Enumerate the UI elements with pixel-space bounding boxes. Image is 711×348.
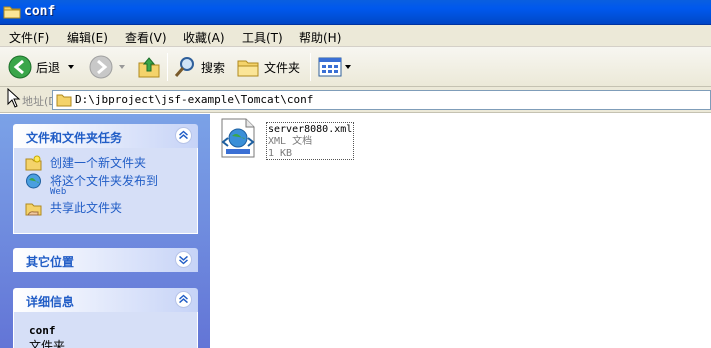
views-button[interactable]: [318, 53, 351, 81]
menu-help[interactable]: 帮助(H): [299, 29, 341, 46]
other-places-title: 其它位置: [26, 255, 75, 269]
address-bar: 地址(D) D:\jbproject\jsf-example\Tomcat\co…: [0, 87, 711, 113]
menu-favorites[interactable]: 收藏(A): [183, 29, 225, 46]
file-tasks-header[interactable]: 文件和文件夹任务: [13, 124, 198, 148]
task-publish-web-sublabel[interactable]: Web: [14, 187, 197, 199]
task-share-folder-label: 共享此文件夹: [50, 201, 123, 215]
folder-icon: [3, 6, 21, 19]
up-folder-icon: [138, 57, 160, 78]
details-panel: 详细信息 conf 文件夹: [13, 288, 198, 348]
search-label: 搜索: [201, 60, 226, 75]
back-label: 后退: [36, 60, 61, 75]
file-name: server8080.xml: [268, 124, 353, 135]
mouse-cursor-icon: [7, 88, 21, 108]
folders-label: 文件夹: [264, 60, 301, 75]
forward-dropdown-icon[interactable]: [119, 65, 125, 69]
details-header[interactable]: 详细信息: [13, 288, 198, 312]
back-button[interactable]: 后退: [8, 53, 75, 81]
menu-tools[interactable]: 工具(T): [242, 29, 283, 46]
share-folder-icon: [25, 203, 42, 216]
task-publish-web-label: 将这个文件夹发布到: [50, 174, 159, 188]
search-button[interactable]: 搜索: [173, 53, 225, 81]
other-places-panel: 其它位置: [13, 248, 198, 272]
folder-icon: [56, 94, 72, 107]
menu-edit[interactable]: 编辑(E): [67, 29, 108, 46]
file-tasks-panel: 文件和文件夹任务 创建一个新文件夹 将这个文件夹发布到 Web 共享此文件夹: [13, 124, 198, 234]
xml-document-icon: [221, 118, 255, 158]
back-dropdown-icon[interactable]: [68, 65, 75, 69]
folders-button[interactable]: 文件夹: [236, 53, 300, 81]
task-share-folder[interactable]: 共享此文件夹: [14, 199, 197, 217]
views-icon: [318, 57, 342, 77]
file-type: XML 文档: [268, 136, 313, 147]
address-value: D:\jbproject\jsf-example\Tomcat\conf: [75, 93, 314, 106]
toolbar: 后退 搜索 文件夹: [0, 47, 711, 87]
other-places-header[interactable]: 其它位置: [13, 248, 198, 272]
file-item[interactable]: server8080.xml XML 文档 1 KB: [218, 117, 358, 161]
menu-file[interactable]: 文件(F): [9, 29, 49, 46]
search-icon: [174, 57, 194, 77]
up-folder-button[interactable]: [137, 53, 161, 81]
folders-icon: [237, 60, 259, 77]
task-new-folder[interactable]: 创建一个新文件夹: [14, 154, 197, 172]
window-title: conf: [24, 4, 56, 19]
file-size: 1 KB: [268, 148, 293, 159]
menu-bar: 文件(F) 编辑(E) 查看(V) 收藏(A) 工具(T) 帮助(H): [0, 25, 711, 47]
forward-button[interactable]: [89, 53, 125, 81]
title-bar[interactable]: conf: [0, 0, 711, 25]
details-title: 详细信息: [26, 295, 75, 309]
details-name: conf: [29, 324, 56, 337]
file-tasks-title: 文件和文件夹任务: [26, 131, 123, 145]
views-dropdown-icon[interactable]: [345, 65, 351, 69]
new-folder-icon: [25, 155, 42, 171]
task-new-folder-label: 创建一个新文件夹: [50, 156, 147, 170]
menu-view[interactable]: 查看(V): [125, 29, 167, 46]
file-label: server8080.xml XML 文档 1 KB: [266, 122, 354, 160]
collapse-chevron-icon[interactable]: [175, 291, 192, 308]
expand-chevron-icon[interactable]: [175, 251, 192, 268]
forward-arrow-icon: [89, 55, 113, 79]
collapse-chevron-icon[interactable]: [175, 127, 192, 144]
address-input[interactable]: D:\jbproject\jsf-example\Tomcat\conf: [52, 90, 711, 110]
details-type: 文件夹: [29, 339, 66, 348]
back-arrow-icon: [8, 55, 32, 79]
task-pane: 文件和文件夹任务 创建一个新文件夹 将这个文件夹发布到 Web 共享此文件夹 其…: [0, 114, 210, 348]
